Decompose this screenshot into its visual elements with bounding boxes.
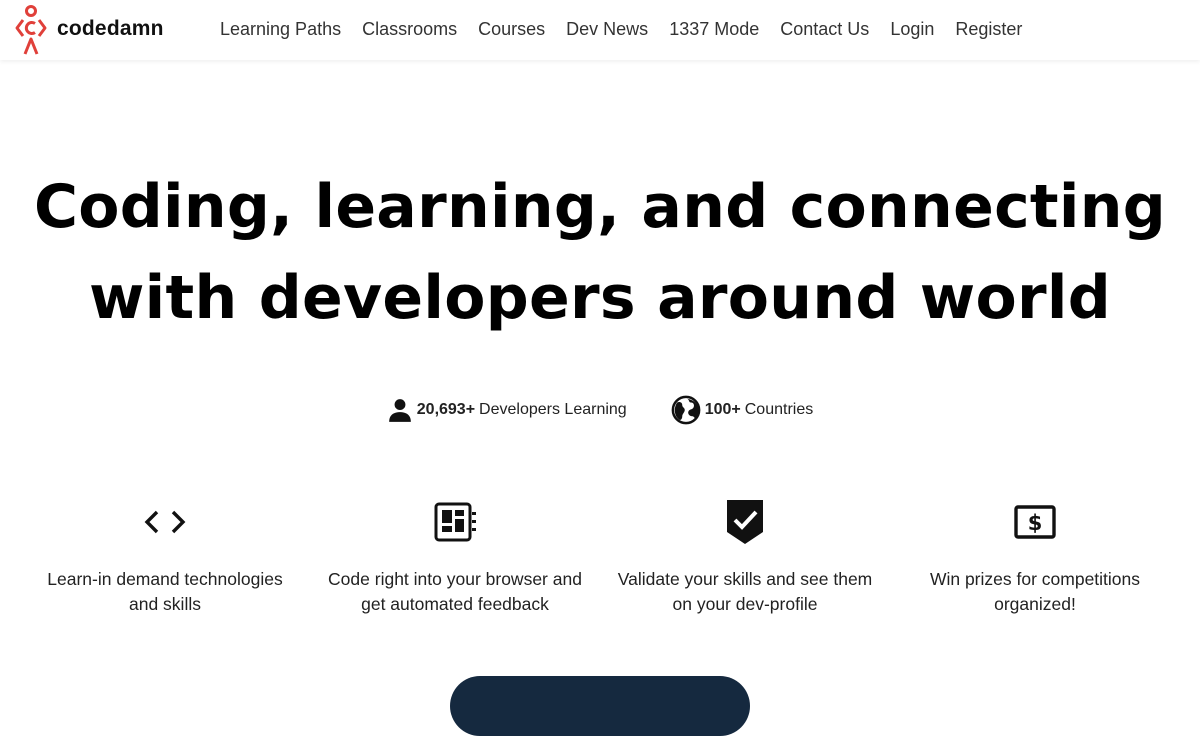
feature-code: Code right into your browser and get aut… <box>310 497 600 617</box>
stat-developers-label: Developers Learning <box>479 401 627 418</box>
stat-countries: 100+ Countries <box>671 395 814 425</box>
feature-validate: Validate your skills and see them on you… <box>600 497 890 617</box>
main-menu: Learning Paths Classrooms Courses Dev Ne… <box>220 19 1043 40</box>
svg-text:$: $ <box>1028 511 1043 535</box>
nav-learning-paths[interactable]: Learning Paths <box>220 19 341 40</box>
nav-courses[interactable]: Courses <box>478 19 545 40</box>
browser-editor-icon <box>434 502 476 542</box>
stat-countries-label: Countries <box>744 401 814 418</box>
nav-contact-us[interactable]: Contact Us <box>780 19 869 40</box>
feature-code-text: Code right into your browser and get aut… <box>328 569 582 614</box>
nav-classrooms[interactable]: Classrooms <box>362 19 457 40</box>
stats-row: 20,693+ Developers Learning 100+ Countri… <box>0 395 1200 425</box>
feature-learn: Learn-in demand technologies and skills <box>20 497 310 617</box>
codedamn-logo-icon[interactable] <box>14 4 48 58</box>
top-navbar: codedamn Learning Paths Classrooms Cours… <box>0 0 1200 60</box>
nav-1337-mode[interactable]: 1337 Mode <box>669 19 759 40</box>
hero-title-line-2: with developers around world <box>88 263 1112 333</box>
stat-countries-value: 100+ <box>704 401 741 418</box>
feature-validate-text: Validate your skills and see them on you… <box>617 569 873 614</box>
nav-dev-news[interactable]: Dev News <box>566 19 648 40</box>
globe-icon <box>671 395 701 425</box>
verified-shield-icon <box>727 500 763 544</box>
user-icon <box>388 399 411 422</box>
hero-title: Coding, learning, and connecting with de… <box>0 162 1200 344</box>
cta-button[interactable] <box>450 676 750 736</box>
brand-name[interactable]: codedamn <box>57 17 164 41</box>
nav-login[interactable]: Login <box>890 19 934 40</box>
code-brackets-icon <box>144 510 186 534</box>
feature-learn-text: Learn-in demand technologies and skills <box>47 569 283 614</box>
dollar-prize-icon: $ <box>1014 505 1056 539</box>
stat-developers: 20,693+ Developers Learning <box>387 395 627 425</box>
features-row: Learn-in demand technologies and skills … <box>20 497 1180 617</box>
nav-register[interactable]: Register <box>955 19 1022 40</box>
stat-developers-value: 20,693+ <box>416 401 476 418</box>
feature-prizes: $ Win prizes for competitions organized! <box>890 497 1180 617</box>
feature-prizes-text: Win prizes for competitions organized! <box>929 569 1141 614</box>
hero-title-line-1: Coding, learning, and connecting <box>33 172 1167 242</box>
